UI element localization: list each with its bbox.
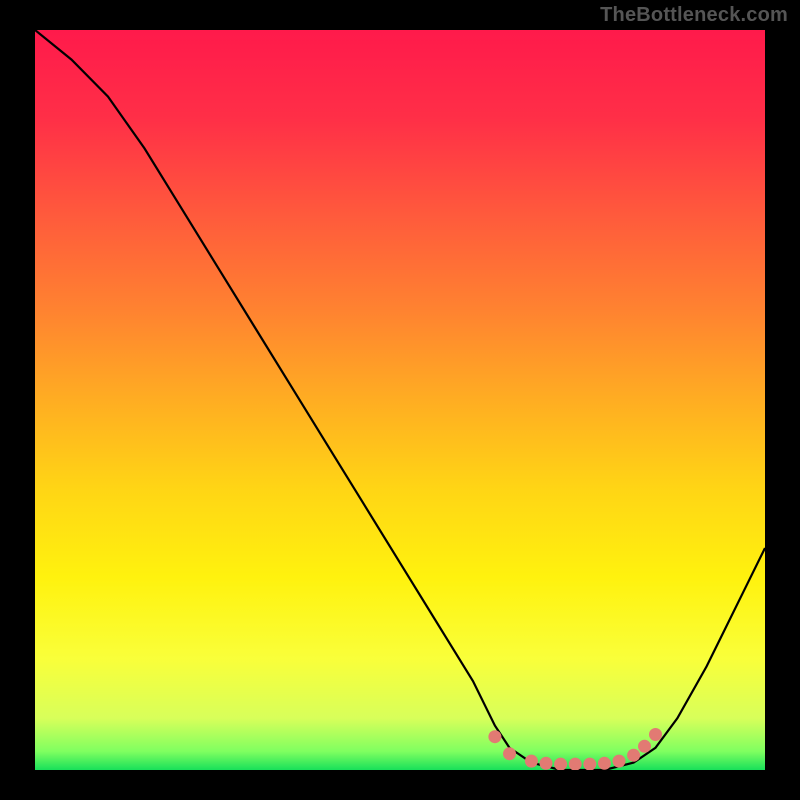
- highlight-dot: [503, 747, 516, 760]
- highlight-dot: [649, 728, 662, 741]
- highlight-dot: [627, 749, 640, 762]
- chart-svg: [35, 30, 765, 770]
- highlight-dot: [554, 758, 567, 770]
- highlight-dot: [583, 758, 596, 770]
- chart-frame: TheBottleneck.com: [0, 0, 800, 800]
- highlight-dot: [525, 755, 538, 768]
- highlight-dot: [540, 757, 553, 770]
- gradient-background: [35, 30, 765, 770]
- attribution-text: TheBottleneck.com: [600, 4, 788, 27]
- highlight-dot: [638, 740, 651, 753]
- plot-area: [35, 30, 765, 770]
- highlight-dot: [569, 758, 582, 770]
- highlight-dot: [613, 755, 626, 768]
- highlight-dot: [488, 730, 501, 743]
- highlight-dot: [598, 757, 611, 770]
